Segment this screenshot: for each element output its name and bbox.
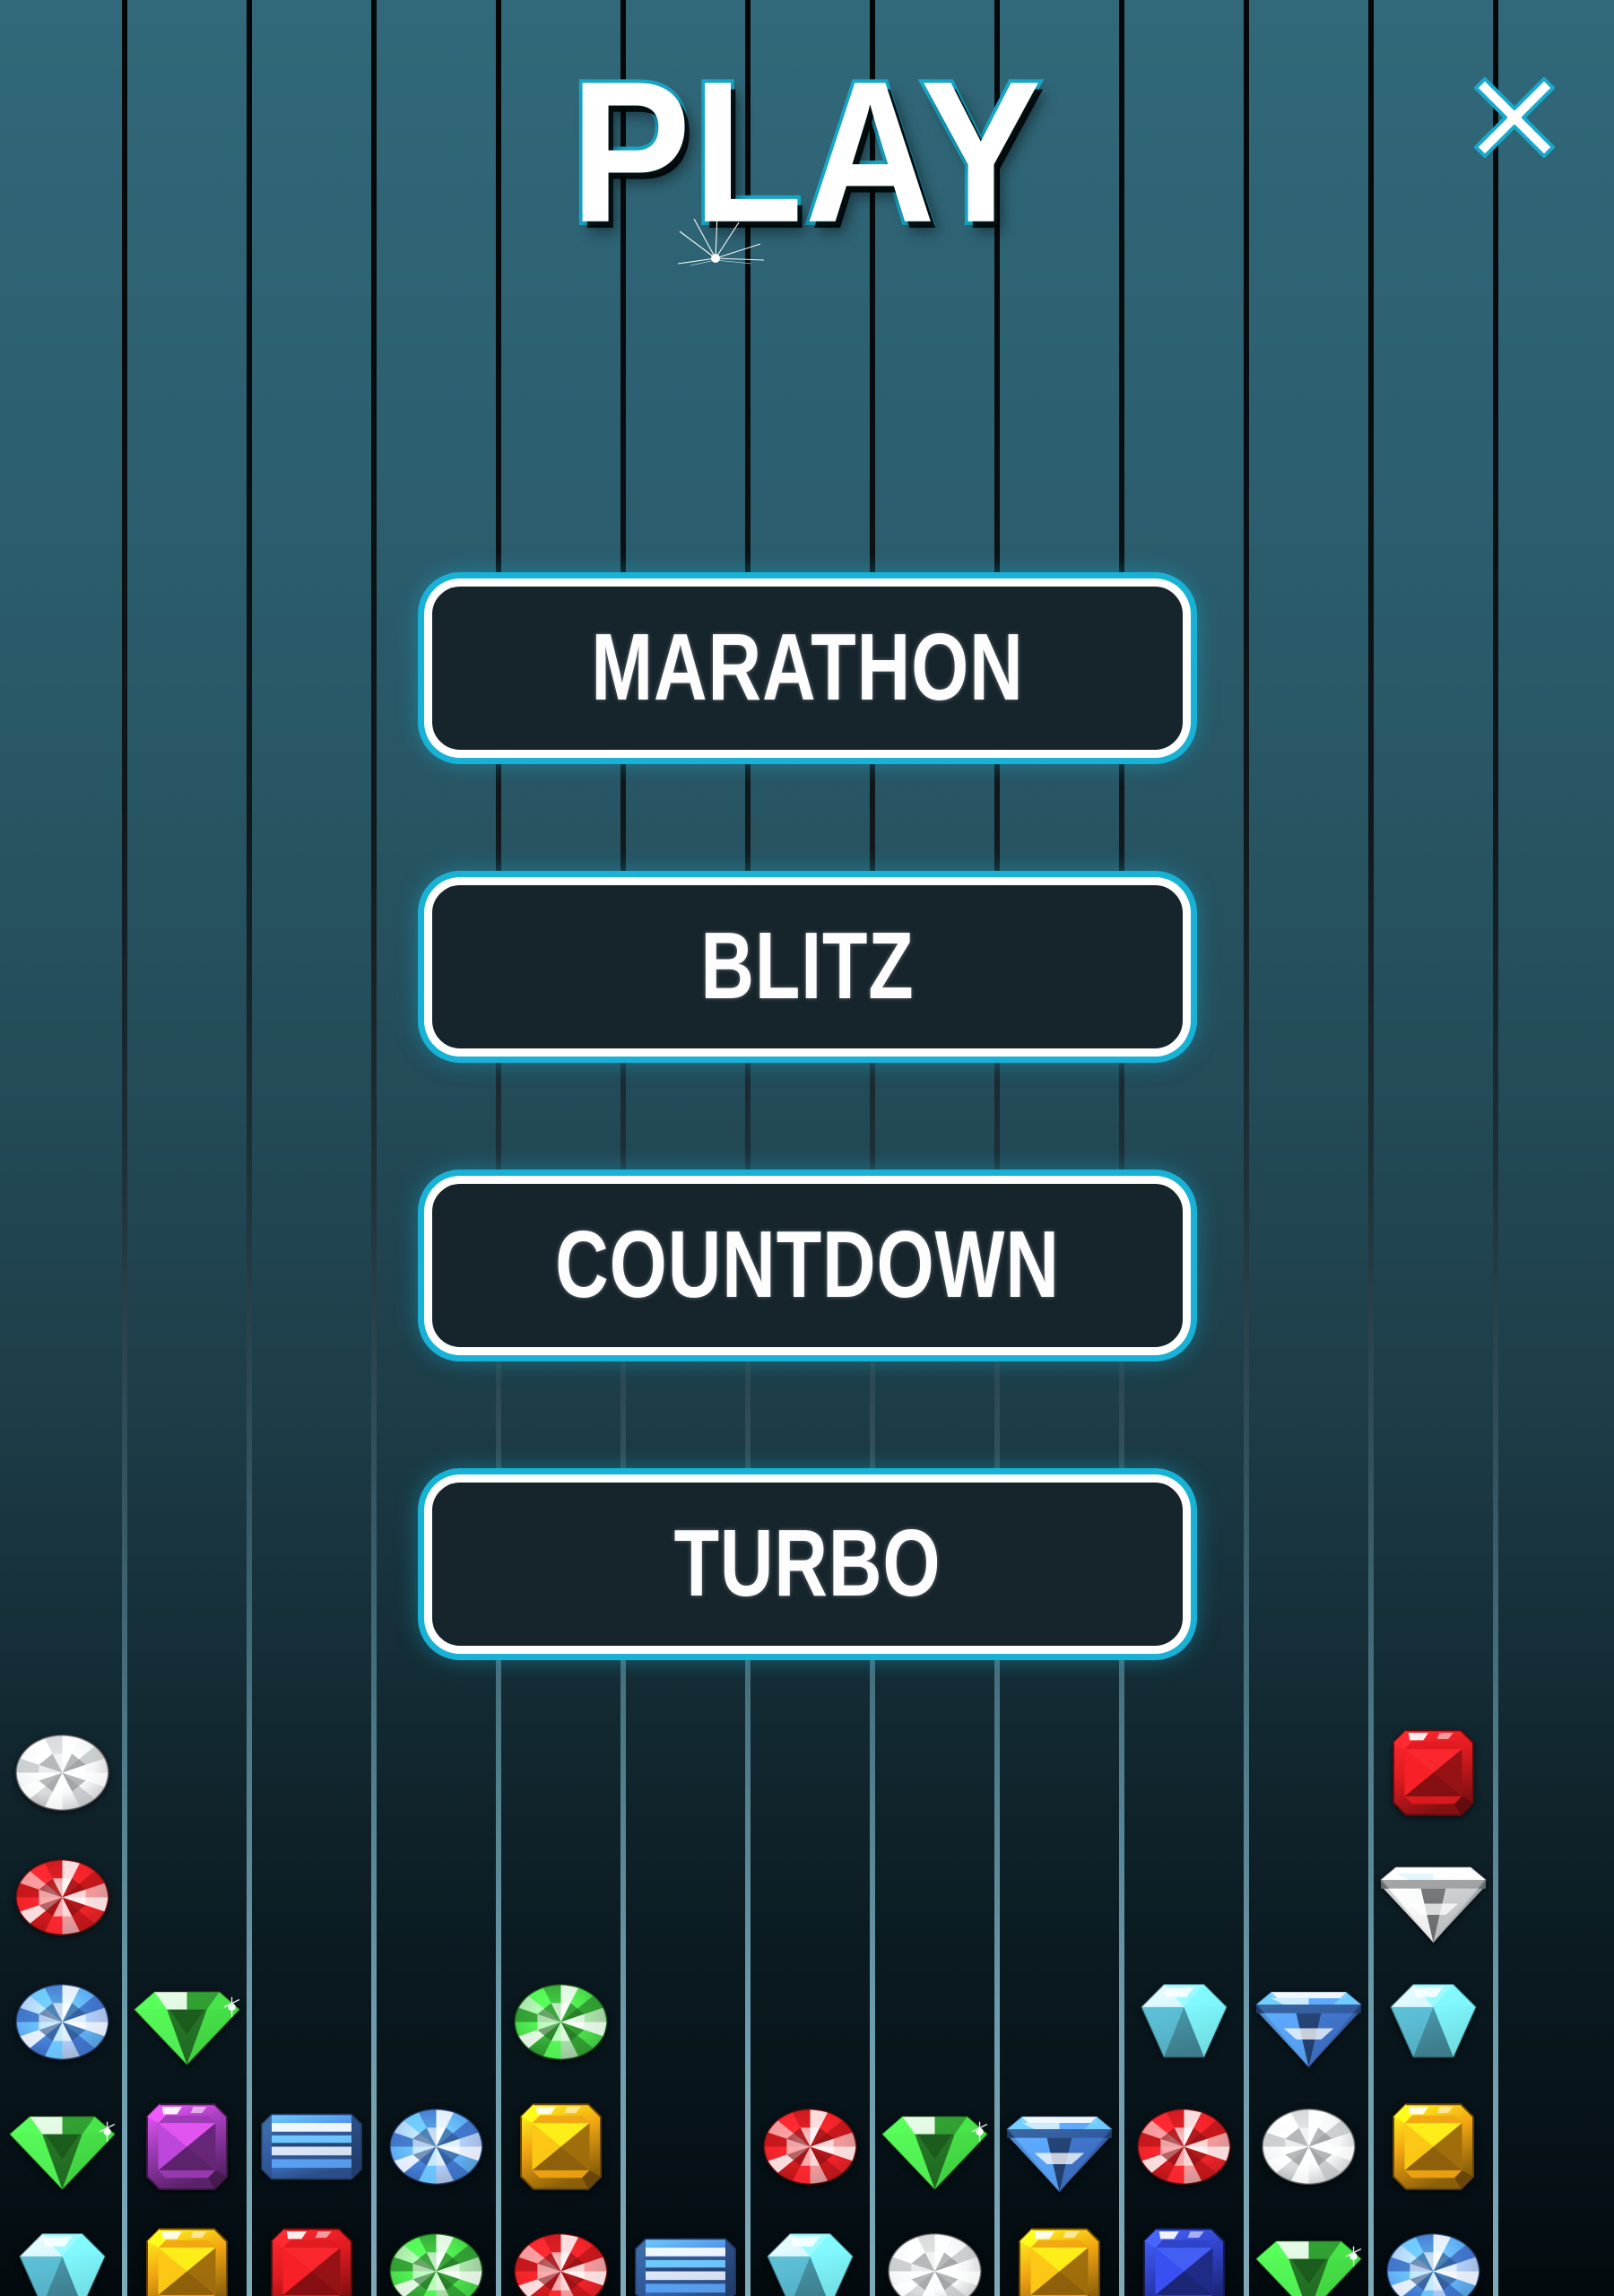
gem-yellow-emerald[interactable]: [997, 2209, 1122, 2296]
gem-green-brilliant[interactable]: [1246, 2209, 1371, 2296]
marathon-button-label: MARATHON: [590, 614, 1024, 721]
gem-red-round[interactable]: [0, 1835, 125, 1960]
gem-white-diamond[interactable]: [1371, 1835, 1496, 1960]
gem-blue-baguette[interactable]: [249, 2084, 374, 2209]
gem-green-round[interactable]: [374, 2209, 499, 2296]
turbo-button[interactable]: TURBO: [423, 1474, 1191, 1654]
gem-white-round[interactable]: [0, 1710, 125, 1835]
gem-blue-round[interactable]: [374, 2084, 499, 2209]
gem-yellow-emerald[interactable]: [1371, 2084, 1496, 2209]
marathon-button[interactable]: MARATHON: [423, 578, 1191, 758]
turbo-button-label: TURBO: [673, 1510, 941, 1617]
gem-red-emerald[interactable]: [249, 2209, 374, 2296]
countdown-button-label: COUNTDOWN: [554, 1212, 1060, 1318]
gem-green-brilliant[interactable]: [872, 2084, 997, 2209]
gem-green-brilliant[interactable]: [125, 1960, 249, 2084]
gem-white-round[interactable]: [872, 2209, 997, 2296]
gem-cyan-octagon[interactable]: [1371, 1960, 1496, 2084]
countdown-button[interactable]: COUNTDOWN: [423, 1176, 1191, 1355]
play-menu-screen: PLAY MARATHON BLITZ COUNTDOWN TURBO: [0, 0, 1614, 2296]
game-mode-menu: MARATHON BLITZ COUNTDOWN TURBO: [0, 578, 1614, 1773]
gem-blue-baguette[interactable]: [623, 2209, 748, 2296]
close-icon: [1474, 77, 1555, 158]
gem-yellow-emerald[interactable]: [125, 2209, 249, 2296]
gem-cyan-octagon[interactable]: [748, 2209, 872, 2296]
gem-blue-round[interactable]: [1371, 2209, 1496, 2296]
gem-red-emerald[interactable]: [1371, 1710, 1496, 1835]
blitz-button[interactable]: BLITZ: [423, 877, 1191, 1057]
gem-purple-emerald[interactable]: [125, 2084, 249, 2209]
gem-blue-round[interactable]: [0, 1960, 125, 2084]
gem-green-round[interactable]: [499, 1960, 623, 2084]
gem-yellow-emerald[interactable]: [499, 2084, 623, 2209]
gem-green-brilliant[interactable]: [0, 2084, 125, 2209]
gem-royal-emerald[interactable]: [1122, 2209, 1246, 2296]
close-button[interactable]: [1465, 68, 1564, 167]
title-block: PLAY: [0, 48, 1614, 266]
blitz-button-label: BLITZ: [699, 913, 915, 1020]
gem-red-round[interactable]: [748, 2084, 872, 2209]
page-title: PLAY: [568, 40, 1045, 265]
gem-blue-diamond[interactable]: [997, 2084, 1122, 2209]
gem-cyan-octagon[interactable]: [1122, 1960, 1246, 2084]
gem-red-round[interactable]: [1122, 2084, 1246, 2209]
gem-cyan-octagon[interactable]: [0, 2209, 125, 2296]
gem-blue-diamond[interactable]: [1246, 1960, 1371, 2084]
gem-red-round[interactable]: [499, 2209, 623, 2296]
gem-white-round[interactable]: [1246, 2084, 1371, 2209]
